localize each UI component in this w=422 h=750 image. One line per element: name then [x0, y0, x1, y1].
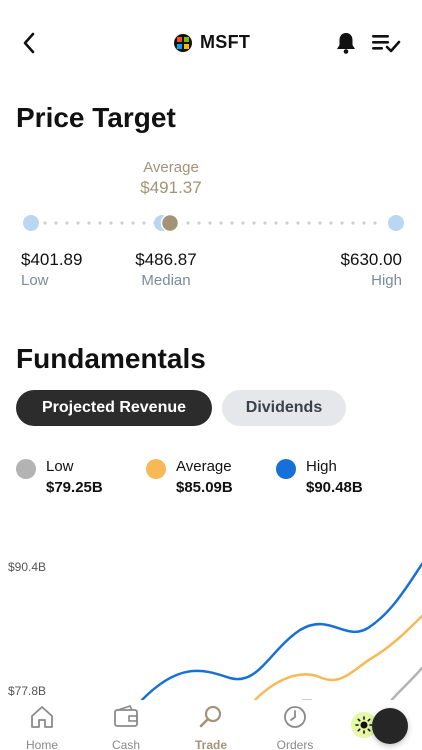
range-track-dot: [142, 221, 146, 225]
legend-high: High $90.48B: [276, 458, 363, 496]
range-track-dot: [296, 221, 300, 225]
ticker-header[interactable]: MSFT: [174, 32, 250, 53]
price-target-title: Price Target: [16, 102, 176, 133]
range-track-dot: [76, 221, 80, 225]
range-track-dot: [65, 221, 69, 225]
high-marker: [388, 215, 404, 231]
range-track-dot: [351, 221, 355, 225]
legend-average-value: $85.09B: [176, 479, 233, 496]
tab-home-label: Home: [25, 738, 58, 750]
legend-high-swatch: [276, 459, 296, 479]
range-track-dot: [307, 221, 311, 225]
notifications-button[interactable]: [333, 30, 359, 56]
range-track-dot: [285, 221, 289, 225]
average-label: Average: [143, 159, 199, 176]
legend-low-name: Low: [46, 458, 74, 475]
bell-icon: [337, 33, 355, 54]
tab-cash[interactable]: Cash: [96, 704, 156, 750]
range-track-dot: [219, 221, 223, 225]
range-track-dot: [373, 221, 377, 225]
tab-trade-label: Trade: [194, 738, 227, 750]
low-target-label: Low: [21, 272, 49, 289]
legend-low-swatch: [16, 459, 36, 479]
low-target-value: $401.89: [21, 250, 83, 269]
legend-average-name: Average: [176, 458, 232, 475]
range-track-dot: [208, 221, 212, 225]
range-track-dot: [252, 221, 256, 225]
range-track-dot: [43, 221, 47, 225]
range-track-dot: [120, 221, 124, 225]
range-track-dot: [54, 221, 58, 225]
range-track-dot: [87, 221, 91, 225]
tab-orders-label: Orders: [276, 738, 314, 750]
range-track-dot: [197, 221, 201, 225]
list-check-icon: [372, 35, 401, 53]
tab-cash-label: Cash: [111, 738, 140, 750]
tab-orders[interactable]: Orders: [265, 704, 325, 750]
range-track-dot: [274, 221, 278, 225]
chevron-left-icon: [23, 32, 35, 54]
legend-low-value: $79.25B: [46, 479, 103, 496]
average-value: $491.37: [140, 178, 202, 197]
range-track-dot: [362, 221, 366, 225]
range-track-dot: [329, 221, 333, 225]
fundamentals-title: Fundamentals: [16, 343, 206, 374]
legend-low: Low $79.25B: [16, 458, 103, 496]
median-target-value: $486.87: [135, 250, 197, 269]
tab-dividends[interactable]: Dividends: [222, 390, 346, 426]
median-target: $486.87 Median: [132, 250, 200, 289]
wallet-icon: [113, 704, 139, 730]
search-icon: [198, 704, 224, 730]
high-target-label: High: [371, 272, 402, 289]
low-target: $401.89 Low: [21, 250, 82, 289]
fundamentals-tabs: Projected Revenue Dividends: [16, 390, 346, 426]
home-icon: [29, 704, 55, 730]
median-target-label: Median: [141, 272, 191, 289]
legend-high-name: High: [306, 458, 337, 475]
tab-trade[interactable]: Trade: [181, 704, 241, 750]
top-bar: MSFT: [0, 0, 422, 88]
range-track-dot: [241, 221, 245, 225]
sun-icon: [355, 716, 373, 734]
tab-home[interactable]: Home: [12, 704, 72, 750]
clock-icon: [282, 704, 308, 730]
floating-action-button[interactable]: [372, 708, 408, 744]
legend-high-value: $90.48B: [306, 479, 363, 496]
range-track-dot: [263, 221, 267, 225]
watchlist-button[interactable]: [370, 30, 402, 56]
series-line-low: [388, 666, 422, 702]
range-track-dot: [131, 221, 135, 225]
microsoft-logo-icon: [174, 33, 192, 52]
range-track-dot: [340, 221, 344, 225]
price-target-range: [23, 213, 404, 233]
ticker-symbol: MSFT: [200, 32, 251, 52]
range-track-dot: [98, 221, 102, 225]
low-marker: [23, 215, 39, 231]
range-dots: [43, 221, 377, 225]
legend-average-swatch: [146, 459, 166, 479]
range-track-dot: [109, 221, 113, 225]
range-track-dot: [186, 221, 190, 225]
high-target: $630.00 High: [320, 250, 402, 289]
tab-projected-revenue[interactable]: Projected Revenue: [16, 390, 212, 426]
range-track-dot: [318, 221, 322, 225]
range-track-dot: [230, 221, 234, 225]
projected-revenue-chart: [138, 562, 422, 702]
legend-average: Average $85.09B: [146, 458, 233, 496]
high-target-value: $630.00: [340, 250, 402, 269]
average-marker: [160, 213, 180, 233]
back-button[interactable]: [14, 28, 44, 58]
